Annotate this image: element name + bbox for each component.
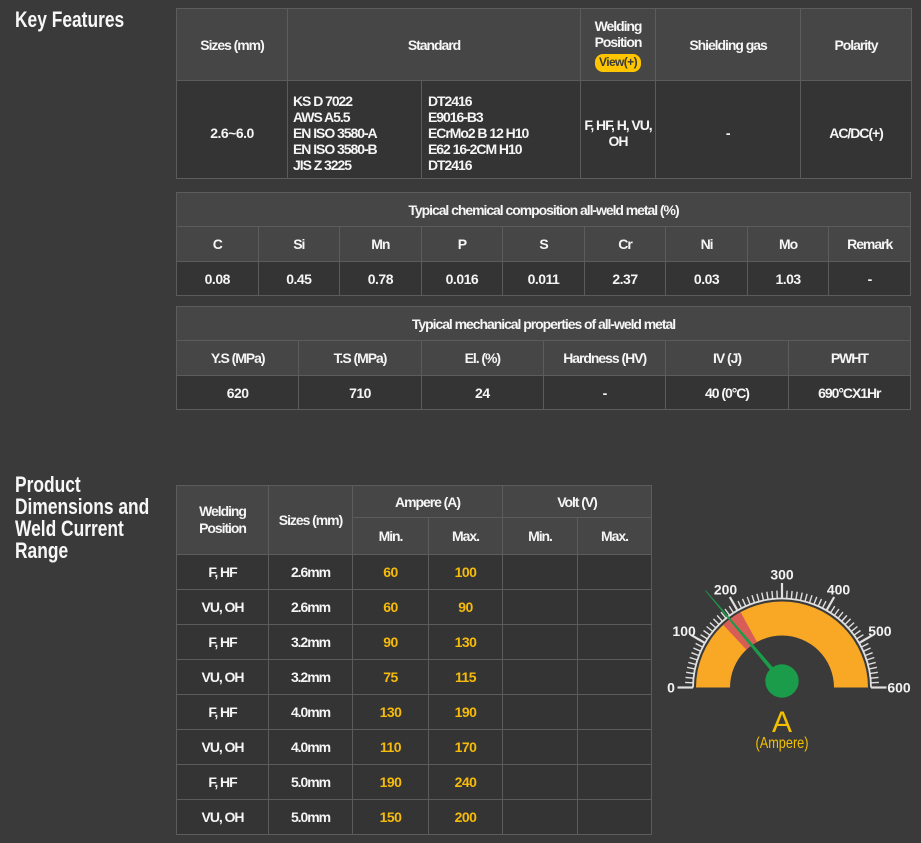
svg-text:(Ampere): (Ampere) [756,735,809,752]
svg-text:100: 100 [672,623,696,639]
svg-text:400: 400 [827,582,851,598]
svg-text:500: 500 [868,623,892,639]
svg-text:200: 200 [714,582,738,598]
svg-text:600: 600 [887,680,911,696]
svg-text:0: 0 [667,680,675,696]
svg-text:300: 300 [770,567,794,583]
